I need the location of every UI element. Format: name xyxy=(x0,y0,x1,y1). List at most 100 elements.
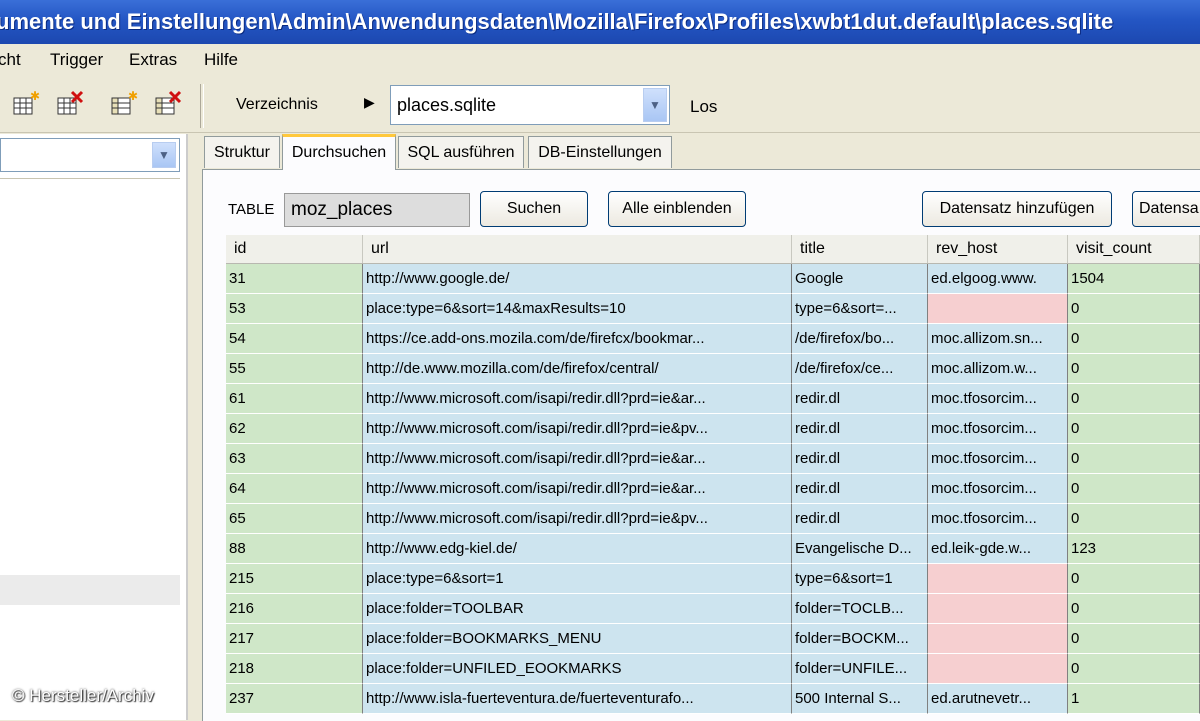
cell-id[interactable]: 64 xyxy=(226,474,363,504)
table-row[interactable]: 216 place:folder=TOOLBAR folder=TOCLB... 0 xyxy=(226,594,1200,624)
cell-url[interactable]: place:folder=BOOKMARKS_MENU xyxy=(363,624,792,654)
cell-visit-count[interactable]: 0 xyxy=(1068,414,1200,444)
cell-rev-host[interactable] xyxy=(928,654,1068,684)
cell-id[interactable]: 54 xyxy=(226,324,363,354)
cell-title[interactable]: type=6&sort=1 xyxy=(792,564,928,594)
index-new-icon[interactable]: ✱ xyxy=(110,90,138,118)
tab-sql-ausfuehren[interactable]: SQL ausführen xyxy=(398,136,524,168)
chevron-down-icon[interactable]: ▼ xyxy=(152,142,176,168)
cell-title[interactable]: Evangelische D... xyxy=(792,534,928,564)
column-header-visit-count[interactable]: visit_count xyxy=(1068,235,1200,263)
cell-url[interactable]: http://www.edg-kiel.de/ xyxy=(363,534,792,564)
cell-title[interactable]: folder=TOCLB... xyxy=(792,594,928,624)
cell-id[interactable]: 53 xyxy=(226,294,363,324)
cell-title[interactable]: /de/firefox/ce... xyxy=(792,354,928,384)
cell-title[interactable]: Google xyxy=(792,264,928,294)
cell-id[interactable]: 55 xyxy=(226,354,363,384)
column-header-title[interactable]: title xyxy=(792,235,928,263)
cell-title[interactable]: redir.dl xyxy=(792,474,928,504)
cell-visit-count[interactable]: 0 xyxy=(1068,654,1200,684)
column-header-rev-host[interactable]: rev_host xyxy=(928,235,1068,263)
cell-title[interactable]: redir.dl xyxy=(792,504,928,534)
cell-rev-host[interactable]: ed.elgoog.www. xyxy=(928,264,1068,294)
column-header-url[interactable]: url xyxy=(363,235,792,263)
cell-title[interactable]: folder=UNFILE... xyxy=(792,654,928,684)
cell-visit-count[interactable]: 0 xyxy=(1068,324,1200,354)
cell-visit-count[interactable]: 0 xyxy=(1068,504,1200,534)
cell-visit-count[interactable]: 1 xyxy=(1068,684,1200,714)
menu-view[interactable]: cht xyxy=(0,50,21,70)
table-new-icon[interactable]: ✱ xyxy=(12,90,40,118)
database-select[interactable]: places.sqlite ▼ xyxy=(390,85,670,125)
cell-title[interactable]: type=6&sort=... xyxy=(792,294,928,324)
cell-visit-count[interactable]: 0 xyxy=(1068,624,1200,654)
tab-durchsuchen[interactable]: Durchsuchen xyxy=(282,134,396,170)
table-row[interactable]: 237 http://www.isla-fuerteventura.de/fuer… xyxy=(226,684,1200,714)
chevron-down-icon[interactable]: ▼ xyxy=(643,88,667,122)
cell-rev-host[interactable] xyxy=(928,564,1068,594)
table-row[interactable]: 64 http://www.microsoft.com/isapi/redir.d… xyxy=(226,474,1200,504)
cell-rev-host[interactable]: moc.tfosorcim... xyxy=(928,384,1068,414)
cell-id[interactable]: 31 xyxy=(226,264,363,294)
index-delete-icon[interactable] xyxy=(154,90,182,118)
cell-rev-host[interactable] xyxy=(928,294,1068,324)
cell-title[interactable]: redir.dl xyxy=(792,384,928,414)
cell-visit-count[interactable]: 0 xyxy=(1068,444,1200,474)
cell-visit-count[interactable]: 1504 xyxy=(1068,264,1200,294)
menu-extras[interactable]: Extras xyxy=(129,50,177,70)
cell-visit-count[interactable]: 0 xyxy=(1068,354,1200,384)
cell-title[interactable]: redir.dl xyxy=(792,414,928,444)
left-list-selected-row[interactable] xyxy=(0,575,180,605)
table-row[interactable]: 217 place:folder=BOOKMARKS_MENU folder=BOC… xyxy=(226,624,1200,654)
delete-record-button[interactable]: Datensa xyxy=(1132,191,1200,227)
cell-url[interactable]: http://www.google.de/ xyxy=(363,264,792,294)
cell-visit-count[interactable]: 0 xyxy=(1068,564,1200,594)
cell-title[interactable]: 500 Internal S... xyxy=(792,684,928,714)
table-row[interactable]: 65 http://www.microsoft.com/isapi/redir.d… xyxy=(226,504,1200,534)
table-row[interactable]: 61 http://www.microsoft.com/isapi/redir.d… xyxy=(226,384,1200,414)
cell-id[interactable]: 218 xyxy=(226,654,363,684)
arrow-right-icon[interactable]: ▶ xyxy=(364,94,375,111)
table-row[interactable]: 218 place:folder=UNFILED_EOOKMARKS folder=… xyxy=(226,654,1200,684)
cell-title[interactable]: folder=BOCKM... xyxy=(792,624,928,654)
cell-id[interactable]: 61 xyxy=(226,384,363,414)
add-record-button[interactable]: Datensatz hinzufügen xyxy=(922,191,1112,227)
cell-url[interactable]: http://www.microsoft.com/isapi/redir.dll… xyxy=(363,474,792,504)
table-delete-icon[interactable] xyxy=(56,90,84,118)
cell-rev-host[interactable]: moc.allizom.w... xyxy=(928,354,1068,384)
cell-rev-host[interactable]: moc.allizom.sn... xyxy=(928,324,1068,354)
cell-id[interactable]: 215 xyxy=(226,564,363,594)
cell-url[interactable]: http://www.microsoft.com/isapi/redir.dll… xyxy=(363,444,792,474)
cell-url[interactable]: place:type=6&sort=14&maxResults=10 xyxy=(363,294,792,324)
cell-id[interactable]: 88 xyxy=(226,534,363,564)
table-row[interactable]: 215 place:type=6&sort=1 type=6&sort=1 0 xyxy=(226,564,1200,594)
column-header-id[interactable]: id xyxy=(226,235,363,263)
cell-rev-host[interactable]: ed.leik-gde.w... xyxy=(928,534,1068,564)
cell-url[interactable]: place:type=6&sort=1 xyxy=(363,564,792,594)
cell-rev-host[interactable]: moc.tfosorcim... xyxy=(928,474,1068,504)
cell-url[interactable]: http://www.microsoft.com/isapi/redir.dll… xyxy=(363,504,792,534)
cell-id[interactable]: 62 xyxy=(226,414,363,444)
cell-rev-host[interactable]: ed.arutnevetr... xyxy=(928,684,1068,714)
cell-title[interactable]: redir.dl xyxy=(792,444,928,474)
table-row[interactable]: 53 place:type=6&sort=14&maxResults=10 type… xyxy=(226,294,1200,324)
cell-rev-host[interactable]: moc.tfosorcim... xyxy=(928,444,1068,474)
records-grid[interactable]: id url title rev_host visit_count 31 http… xyxy=(226,235,1200,720)
table-row[interactable]: 31 http://www.google.de/Google ed.elgoog.w… xyxy=(226,264,1200,294)
go-button[interactable]: Los xyxy=(690,97,717,117)
cell-id[interactable]: 216 xyxy=(226,594,363,624)
tab-db-einstellungen[interactable]: DB-Einstellungen xyxy=(528,136,672,168)
cell-url[interactable]: https://ce.add-ons.mozila.com/de/firefcx… xyxy=(363,324,792,354)
cell-title[interactable]: /de/firefox/bo... xyxy=(792,324,928,354)
cell-id[interactable]: 217 xyxy=(226,624,363,654)
table-select[interactable]: moz_places xyxy=(284,193,470,227)
cell-id[interactable]: 63 xyxy=(226,444,363,474)
left-object-list[interactable] xyxy=(0,178,180,719)
menu-trigger[interactable]: Trigger xyxy=(50,50,103,70)
menu-hilfe[interactable]: Hilfe xyxy=(204,50,238,70)
show-all-button[interactable]: Alle einblenden xyxy=(608,191,746,227)
tab-struktur[interactable]: Struktur xyxy=(204,136,280,168)
cell-rev-host[interactable] xyxy=(928,594,1068,624)
table-row[interactable]: 55 http://de.www.mozilla.com/de/firefox/c… xyxy=(226,354,1200,384)
cell-id[interactable]: 65 xyxy=(226,504,363,534)
